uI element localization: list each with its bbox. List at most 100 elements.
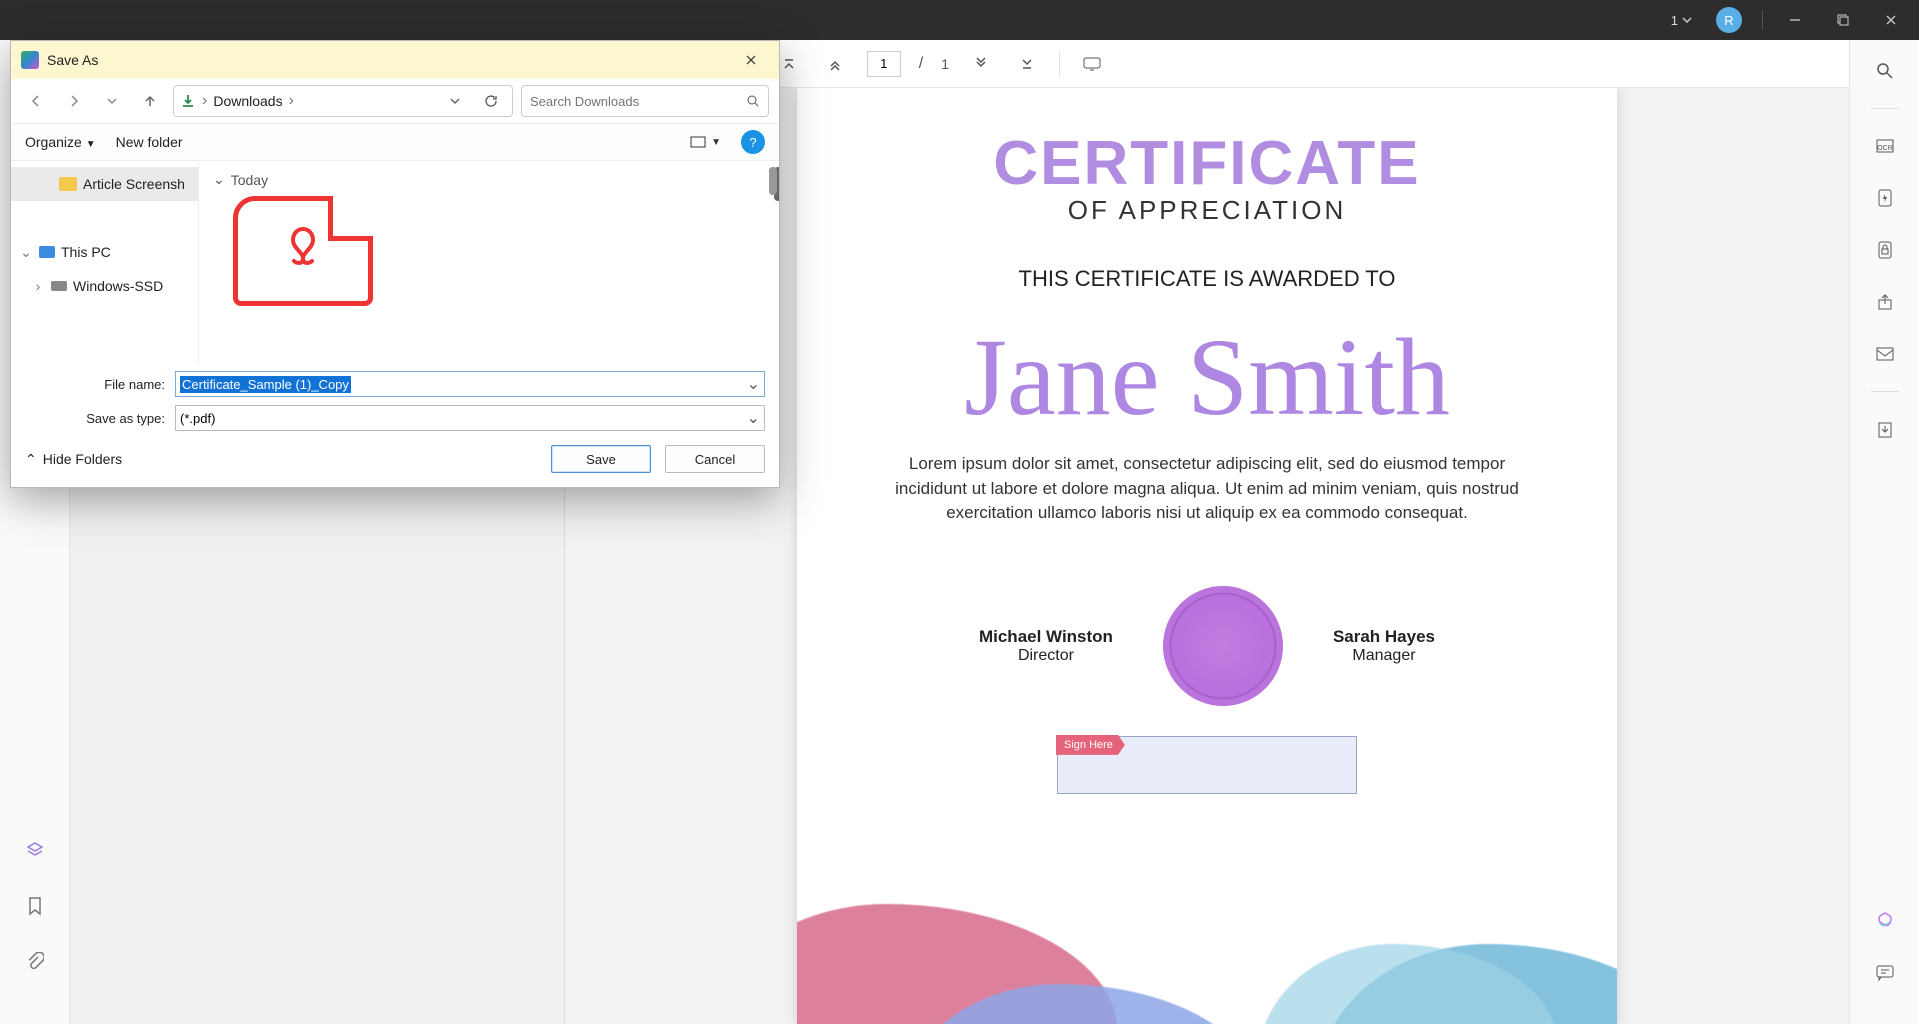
nav-up-button[interactable]	[135, 86, 165, 116]
nav-back-button[interactable]	[21, 86, 51, 116]
sig1-name: Michael Winston	[979, 627, 1113, 647]
signature-right: Sarah Hayes Manager	[1333, 627, 1435, 665]
breadcrumb-dropdown-button[interactable]	[440, 96, 470, 106]
separator	[1059, 52, 1060, 76]
tab-count[interactable]: 1	[1671, 13, 1692, 28]
dialog-close-button[interactable]	[733, 45, 769, 75]
ai-icon[interactable]	[1870, 906, 1900, 936]
chevron-down-icon[interactable]: ⌄	[747, 374, 760, 394]
window-close-button[interactable]	[1871, 0, 1911, 40]
computer-icon	[39, 246, 55, 258]
svg-text:OCR: OCR	[1877, 145, 1893, 152]
decorative-blobs	[797, 844, 1617, 1024]
file-item-pdf[interactable]	[213, 196, 393, 306]
signature-left: Michael Winston Director	[979, 627, 1113, 665]
nav-forward-button[interactable]	[59, 86, 89, 116]
organize-menu[interactable]: Organize ▼	[25, 134, 96, 150]
help-button[interactable]: ?	[741, 130, 765, 154]
chevron-right-icon: ›	[202, 92, 207, 110]
dialog-search-box[interactable]	[521, 85, 769, 117]
window-minimize-button[interactable]	[1775, 0, 1815, 40]
savetype-select[interactable]: (*.pdf) ⌄	[175, 405, 765, 431]
certificate-recipient: Jane Smith	[847, 322, 1567, 432]
window-maximize-button[interactable]	[1823, 0, 1863, 40]
refresh-button[interactable]	[476, 94, 506, 108]
search-icon[interactable]	[746, 94, 760, 108]
protect-icon[interactable]	[1870, 235, 1900, 265]
new-folder-button[interactable]: New folder	[116, 134, 183, 150]
certificate-seal-icon	[1163, 586, 1283, 706]
save-doc-icon[interactable]	[1870, 414, 1900, 444]
save-button[interactable]: Save	[551, 445, 651, 473]
file-list[interactable]: ⌄ Today	[199, 161, 779, 363]
nav-recent-button[interactable]	[97, 86, 127, 116]
group-label: Today	[231, 172, 268, 188]
chevron-down-icon[interactable]: ⌄	[747, 408, 760, 428]
download-location-icon	[180, 93, 196, 109]
view-mode-button[interactable]: ▼	[689, 135, 721, 149]
app-body: 112% / 1 CERTIFICATE OF APPRECIATION THI…	[0, 40, 1919, 1024]
tree-item-article-screenshots[interactable]: Article Screensh	[11, 167, 198, 201]
dialog-body: Article Screensh ⌄ This PC › Windows-SSD	[11, 161, 779, 363]
tree-label: Windows-SSD	[73, 278, 163, 294]
hide-folders-toggle[interactable]: ⌃ Hide Folders	[25, 451, 122, 468]
sig2-name: Sarah Hayes	[1333, 627, 1435, 647]
user-avatar[interactable]: R	[1716, 7, 1742, 33]
page-number-input[interactable]	[867, 51, 901, 77]
savetype-label: Save as type:	[25, 411, 175, 426]
quick-tool-icon[interactable]	[1870, 183, 1900, 213]
chevron-up-icon: ⌃	[25, 451, 37, 468]
separator	[1762, 10, 1763, 30]
dialog-titlebar[interactable]: Save As	[11, 41, 779, 79]
last-page-button[interactable]	[1013, 50, 1041, 78]
prev-page-button[interactable]	[821, 50, 849, 78]
chevron-down-icon[interactable]: ⌄	[19, 244, 33, 261]
comment-icon[interactable]	[1870, 958, 1900, 988]
tree-label: Article Screensh	[83, 176, 185, 192]
dialog-fields: File name: Certificate_Sample (1)_Copy ⌄…	[11, 363, 779, 431]
folder-tree[interactable]: Article Screensh ⌄ This PC › Windows-SSD	[11, 161, 199, 363]
dialog-search-input[interactable]	[530, 94, 740, 109]
share-icon[interactable]	[1870, 287, 1900, 317]
certificate-award-line: THIS CERTIFICATE IS AWARDED TO	[847, 266, 1567, 292]
signature-field[interactable]: Sign Here	[1057, 736, 1357, 794]
sign-here-tag: Sign Here	[1056, 735, 1125, 755]
bookmark-icon[interactable]	[21, 892, 49, 920]
pdf-file-icon	[233, 196, 373, 306]
app-icon	[21, 51, 39, 69]
drive-icon	[51, 281, 67, 291]
cancel-button[interactable]: Cancel	[665, 445, 765, 473]
tab-count-number: 1	[1671, 13, 1678, 28]
hide-folders-label: Hide Folders	[43, 451, 122, 467]
separator	[1871, 391, 1899, 392]
next-page-button[interactable]	[967, 50, 995, 78]
save-as-dialog: Save As › Downloads › Or	[10, 40, 780, 488]
chevron-right-icon[interactable]: ›	[289, 92, 294, 110]
dialog-toolbar: Organize ▼ New folder ▼ ?	[11, 123, 779, 161]
search-icon[interactable]	[1870, 56, 1900, 86]
files-scrollbar[interactable]	[769, 167, 777, 195]
chevron-right-icon[interactable]: ›	[31, 278, 45, 294]
tree-item-ssd[interactable]: › Windows-SSD	[11, 269, 198, 303]
ocr-icon[interactable]: OCR	[1870, 131, 1900, 161]
certificate-body: Lorem ipsum dolor sit amet, consectetur …	[887, 452, 1527, 526]
breadcrumb-text[interactable]: Downloads	[213, 93, 282, 109]
filename-label: File name:	[25, 377, 175, 392]
attachment-icon[interactable]	[21, 948, 49, 976]
signature-row: Michael Winston Director Sarah Hayes Man…	[847, 586, 1567, 706]
filename-input[interactable]: Certificate_Sample (1)_Copy ⌄	[175, 371, 765, 397]
avatar-letter: R	[1724, 13, 1733, 28]
chevron-down-icon: ⌄	[213, 171, 225, 188]
page-total: 1	[941, 56, 949, 72]
mail-icon[interactable]	[1870, 339, 1900, 369]
presentation-icon[interactable]	[1078, 50, 1106, 78]
document-page: CERTIFICATE OF APPRECIATION THIS CERTIFI…	[797, 88, 1617, 1024]
layers-icon[interactable]	[21, 836, 49, 864]
breadcrumb-bar[interactable]: › Downloads ›	[173, 85, 513, 117]
app-titlebar: 1 R	[0, 0, 1919, 40]
separator	[1871, 108, 1899, 109]
savetype-value: (*.pdf)	[180, 411, 215, 426]
tree-item-this-pc[interactable]: ⌄ This PC	[11, 235, 198, 269]
group-header-today[interactable]: ⌄ Today	[213, 171, 765, 188]
certificate-title: CERTIFICATE	[847, 128, 1567, 199]
